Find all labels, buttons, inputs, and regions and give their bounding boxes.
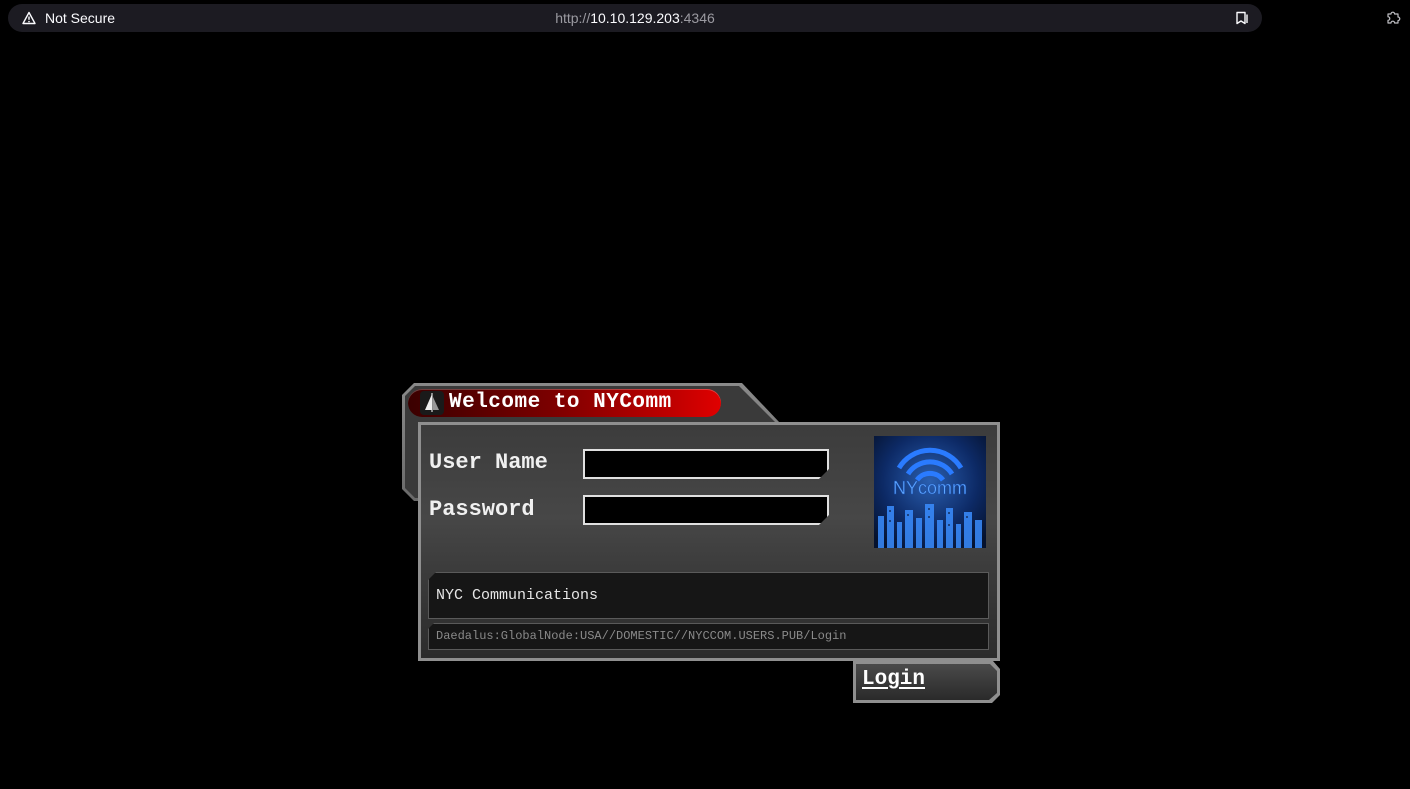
info-text: NYC Communications	[436, 587, 599, 604]
url-scheme: http://	[555, 10, 591, 26]
username-input[interactable]	[583, 449, 829, 479]
sailboat-icon	[420, 391, 444, 415]
login-button-label[interactable]: Login	[862, 668, 925, 691]
url-host: 10.10.129.203	[590, 10, 680, 26]
password-input[interactable]	[583, 495, 829, 525]
username-label: User Name	[429, 450, 548, 475]
puzzle-icon[interactable]	[1386, 9, 1402, 25]
logo-text: NYcomm	[893, 478, 967, 498]
browser-toolbar: Not Secure http://10.10.129.203:4346	[0, 0, 1410, 36]
password-label: Password	[429, 497, 535, 522]
dialog-title: Welcome to NYComm	[449, 391, 672, 414]
url-port: :4346	[679, 10, 715, 26]
node-path-text: Daedalus:GlobalNode:USA//DOMESTIC//NYCCO…	[436, 629, 847, 643]
address-bar[interactable]: Not Secure http://10.10.129.203:4346	[8, 4, 1262, 32]
reader-mode-icon[interactable]	[1234, 10, 1250, 26]
nycomm-logo: NYcomm	[874, 436, 986, 548]
url-text[interactable]: http://10.10.129.203:4346	[8, 10, 1262, 26]
